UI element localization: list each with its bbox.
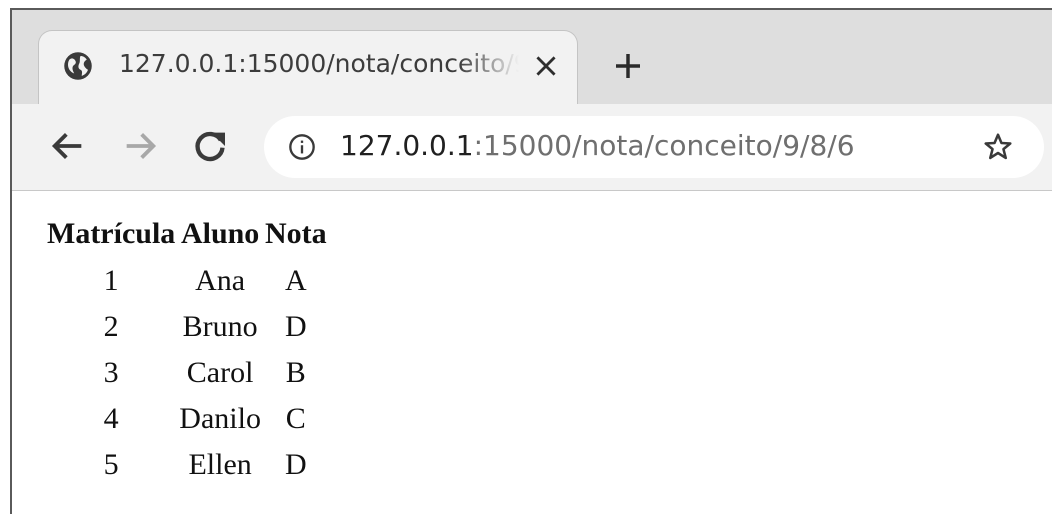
browser-window: 127.0.0.1:15000/nota/conceito/9/8/6 1 bbox=[10, 8, 1052, 514]
browser-tab[interactable]: 127.0.0.1:15000/nota/conceito/9/8/6 bbox=[38, 30, 578, 104]
cell-matricula: 3 bbox=[103, 356, 119, 389]
table-row: 2 Bruno D bbox=[47, 305, 327, 349]
browser-toolbar: 127.0.0.1:15000/nota/conceito/9/8/6 bbox=[12, 104, 1052, 191]
table-row: 5 Ellen D bbox=[47, 443, 327, 487]
table-row: 4 Danilo C bbox=[47, 397, 327, 441]
cell-aluno: Ana bbox=[195, 264, 246, 297]
star-icon[interactable] bbox=[982, 131, 1014, 163]
info-icon[interactable] bbox=[288, 133, 316, 161]
tab-strip: 127.0.0.1:15000/nota/conceito/9/8/6 bbox=[12, 10, 1052, 104]
cell-aluno: Ellen bbox=[188, 448, 252, 481]
back-arrow-icon[interactable] bbox=[48, 126, 88, 166]
cell-nota: B bbox=[285, 356, 306, 389]
cell-matricula: 4 bbox=[103, 402, 119, 435]
header-aluno: Aluno bbox=[180, 217, 260, 250]
reload-icon[interactable] bbox=[190, 126, 230, 166]
address-bar[interactable]: 127.0.0.1:15000/nota/conceito/9/8/6 bbox=[264, 116, 1044, 178]
page-content: Matrícula Aluno Nota 1 Ana A 2 Bruno D 3 bbox=[12, 191, 1052, 514]
cell-matricula: 5 bbox=[103, 448, 119, 481]
plus-icon[interactable] bbox=[612, 50, 644, 82]
globe-icon bbox=[64, 52, 92, 80]
cell-aluno: Carol bbox=[186, 356, 254, 389]
url-path: :15000/nota/conceito/9/8/6 bbox=[473, 129, 855, 162]
url-text[interactable]: 127.0.0.1:15000/nota/conceito/9/8/6 bbox=[340, 129, 855, 162]
cell-matricula: 2 bbox=[103, 310, 119, 343]
header-matricula: Matrícula bbox=[47, 217, 176, 250]
forward-arrow-icon[interactable] bbox=[120, 126, 160, 166]
cell-nota: A bbox=[284, 264, 307, 297]
cell-aluno: Danilo bbox=[179, 402, 261, 435]
tab-title: 127.0.0.1:15000/nota/conceito/9/8/6 bbox=[119, 49, 519, 78]
cell-aluno: Bruno bbox=[182, 310, 258, 343]
close-icon[interactable] bbox=[533, 53, 559, 79]
url-host: 127.0.0.1 bbox=[340, 129, 474, 162]
table-header-row: Matrícula Aluno Nota bbox=[47, 215, 327, 257]
table-row: 1 Ana A bbox=[47, 259, 327, 303]
header-nota: Nota bbox=[264, 217, 327, 250]
grades-table: Matrícula Aluno Nota 1 Ana A 2 Bruno D 3 bbox=[43, 213, 331, 489]
table-row: 3 Carol B bbox=[47, 351, 327, 395]
cell-matricula: 1 bbox=[103, 264, 119, 297]
cell-nota: C bbox=[285, 402, 306, 435]
cell-nota: D bbox=[284, 448, 307, 481]
cell-nota: D bbox=[284, 310, 307, 343]
